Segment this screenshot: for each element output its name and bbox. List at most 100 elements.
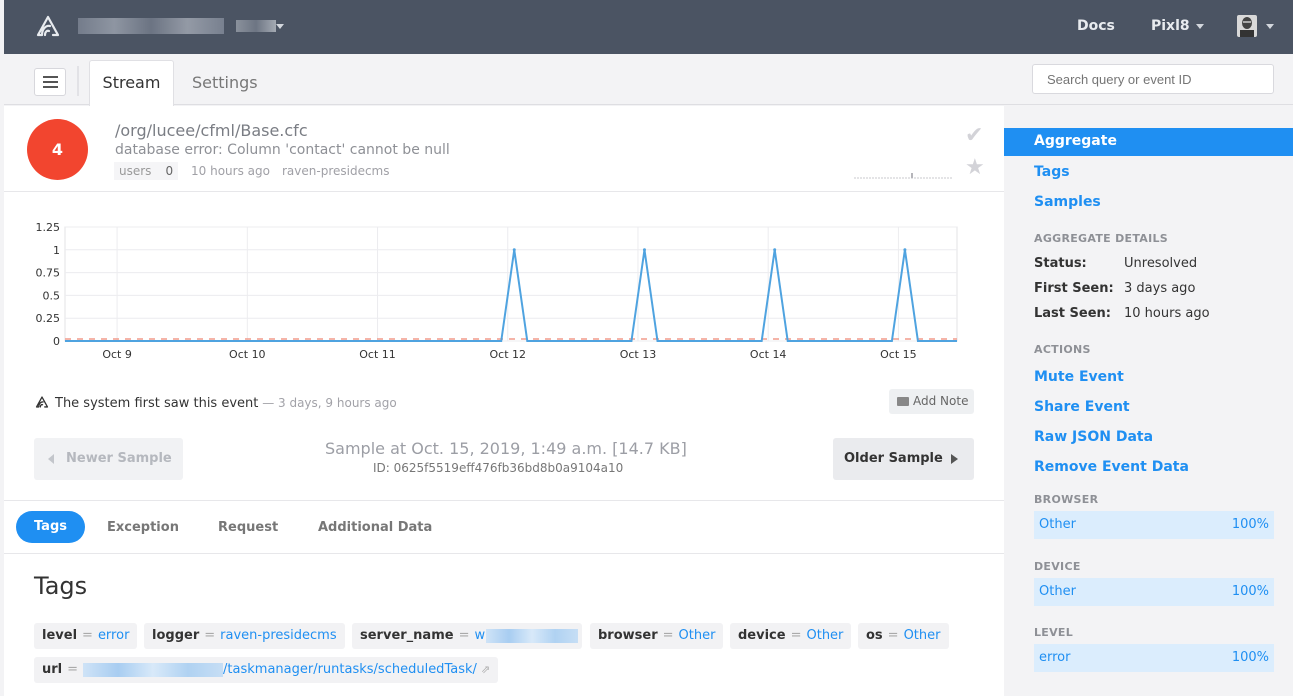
divider	[4, 500, 1004, 501]
divider	[4, 553, 1004, 554]
tag-value[interactable]: error	[98, 628, 129, 643]
tab-exception[interactable]: Exception	[107, 520, 179, 535]
status-value: Unresolved	[1124, 256, 1198, 271]
bookmark-star-icon[interactable]: ★	[965, 155, 985, 180]
sidebar-item-tags[interactable]: Tags	[1034, 164, 1070, 180]
y-tick-label: 1	[53, 244, 60, 257]
url-host-redacted	[83, 662, 224, 677]
device-heading: DEVICE	[1034, 560, 1081, 573]
browser-heading: BROWSER	[1034, 493, 1099, 506]
y-tick-label: 0.5	[43, 289, 61, 302]
status-label: Status:	[1034, 256, 1087, 271]
resolve-check-icon[interactable]: ✔	[965, 123, 983, 148]
actions-heading: ACTIONS	[1034, 343, 1091, 356]
y-tick-label: 0.75	[36, 267, 61, 280]
logger-name: raven-presidecms	[282, 164, 390, 178]
data-point	[512, 248, 516, 252]
mute-event-action[interactable]: Mute Event	[1034, 369, 1124, 385]
share-event-action[interactable]: Share Event	[1034, 399, 1130, 415]
chart-frame	[64, 226, 958, 342]
sidebar-item-aggregate[interactable]: Aggregate	[1004, 128, 1293, 156]
tag-key: level	[42, 628, 78, 643]
chevron-down-icon[interactable]	[276, 24, 284, 29]
tag-key: os	[866, 628, 883, 643]
tag-value[interactable]: /taskmanager/runtasks/scheduledTask/	[223, 662, 477, 677]
activity-text: The system first saw this event	[55, 396, 259, 411]
x-tick-label: Oct 10	[229, 348, 266, 361]
org-switcher[interactable]: Pixl8	[1151, 18, 1190, 34]
tab-request[interactable]: Request	[218, 520, 278, 535]
issue-title: /org/lucee/cfml/Base.cfc	[115, 121, 308, 140]
docs-link[interactable]: Docs	[1077, 18, 1115, 34]
level-distribution-bar[interactable]: error 100%	[1034, 644, 1274, 672]
x-tick-label: Oct 14	[750, 348, 787, 361]
older-sample-button[interactable]: Older Sample	[833, 438, 974, 480]
divider	[4, 191, 1004, 192]
tag-pill[interactable]: server_name = w	[352, 623, 582, 649]
event-count-badge: 4	[27, 119, 88, 180]
newer-sample-button[interactable]: Newer Sample	[34, 438, 183, 480]
activity-separator: —	[258, 396, 279, 410]
chevron-down-icon[interactable]	[1196, 24, 1204, 29]
sidebar-item-samples[interactable]: Samples	[1034, 194, 1101, 210]
project-name-redacted[interactable]	[236, 20, 276, 32]
sparkline	[854, 173, 952, 179]
users-label: users	[119, 164, 152, 178]
tab-additional-data[interactable]: Additional Data	[318, 520, 432, 535]
organization-name-redacted[interactable]	[78, 18, 224, 34]
tab-settings[interactable]: Settings	[192, 73, 258, 92]
hamburger-menu-button[interactable]	[34, 68, 66, 96]
tab-tags[interactable]: Tags	[16, 511, 85, 543]
tag-pill[interactable]: browser = Other	[590, 623, 724, 649]
sample-id: ID: 0625f5519eff476fb36bd8b0a9104a10	[373, 461, 624, 475]
tag-value[interactable]: Other	[806, 628, 843, 643]
search-input[interactable]	[1032, 64, 1274, 94]
tag-key: server_name	[360, 628, 454, 643]
add-note-label: Add Note	[913, 394, 969, 408]
last-seen-time: 10 hours ago	[191, 164, 270, 178]
tag-value[interactable]: Other	[904, 628, 941, 643]
tag-pill[interactable]: url =/taskmanager/runtasks/scheduledTask/…	[34, 657, 499, 683]
distribution-label: Other	[1039, 517, 1076, 532]
x-tick-label: Oct 15	[880, 348, 917, 361]
tag-pill[interactable]: level = error	[34, 623, 138, 649]
newer-sample-label: Newer Sample	[66, 451, 172, 466]
last-seen-value: 10 hours ago	[1124, 306, 1210, 321]
distribution-label: error	[1039, 650, 1071, 665]
tag-key: url	[42, 662, 63, 677]
tag-value[interactable]: Other	[679, 628, 716, 643]
x-tick-label: Oct 11	[359, 348, 396, 361]
tags-heading: Tags	[34, 572, 88, 600]
y-tick-label: 1.25	[36, 221, 61, 234]
arrow-left-icon	[48, 454, 54, 464]
issue-message: database error: Column 'contact' cannot …	[115, 142, 450, 158]
divider	[77, 66, 79, 96]
browser-distribution-bar[interactable]: Other 100%	[1034, 511, 1274, 539]
data-point	[773, 248, 777, 252]
tab-stream[interactable]: Stream	[89, 60, 174, 106]
user-avatar[interactable]	[1237, 15, 1257, 37]
tag-pill[interactable]: device = Other	[730, 623, 852, 649]
distribution-percent: 100%	[1231, 584, 1269, 599]
external-link-icon[interactable]: ⇗	[481, 663, 490, 676]
tag-value[interactable]: w	[474, 628, 485, 643]
tag-pill[interactable]: logger = raven-presidecms	[144, 623, 345, 649]
tag-value[interactable]: raven-presidecms	[220, 628, 336, 643]
tag-pill[interactable]: os = Other	[858, 623, 949, 649]
y-tick-label: 0.25	[36, 312, 61, 325]
level-heading: LEVEL	[1034, 626, 1074, 639]
tag-key: device	[738, 628, 786, 643]
older-sample-label: Older Sample	[844, 451, 943, 466]
chevron-down-icon[interactable]	[1266, 24, 1274, 29]
distribution-label: Other	[1039, 584, 1076, 599]
device-distribution-bar[interactable]: Other 100%	[1034, 578, 1274, 606]
activity-time: 3 days, 9 hours ago	[278, 396, 397, 410]
aggregate-details-heading: AGGREGATE DETAILS	[1034, 232, 1169, 245]
x-tick-label: Oct 9	[102, 348, 132, 361]
add-note-button[interactable]: Add Note	[889, 389, 974, 414]
remove-event-data-action[interactable]: Remove Event Data	[1034, 459, 1189, 475]
last-seen-label: Last Seen:	[1034, 306, 1111, 321]
sentry-logo-icon[interactable]	[36, 15, 60, 37]
first-seen-value: 3 days ago	[1124, 281, 1196, 296]
raw-json-action[interactable]: Raw JSON Data	[1034, 429, 1153, 445]
